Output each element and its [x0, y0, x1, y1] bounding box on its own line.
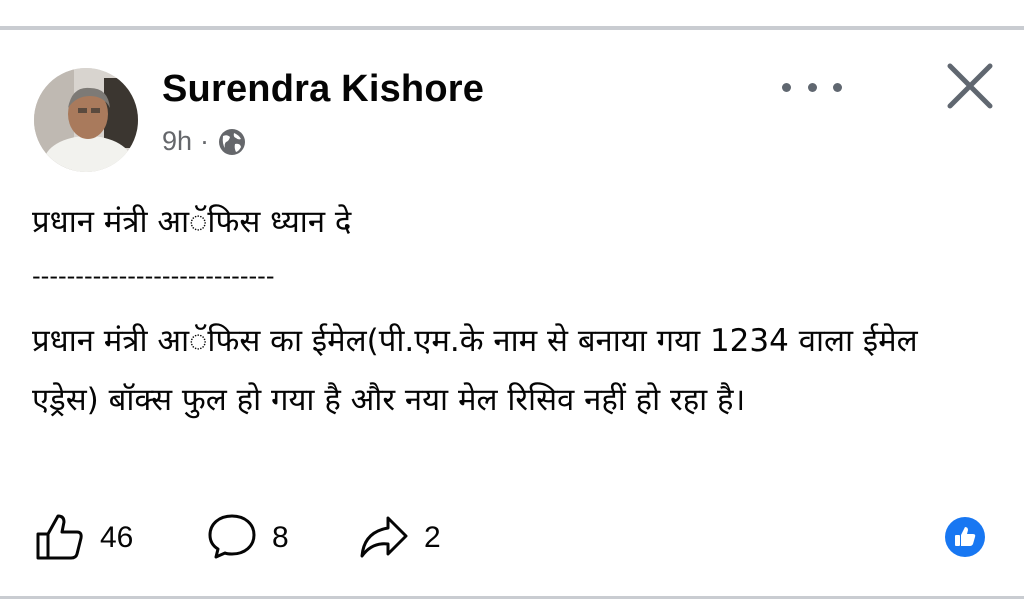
like-count: 46 [100, 521, 134, 554]
avatar-photo [34, 68, 138, 172]
comment-button[interactable]: 8 [206, 510, 289, 566]
avatar[interactable] [34, 68, 138, 172]
top-divider [0, 26, 1024, 30]
more-dot [833, 82, 842, 92]
bottom-divider [0, 596, 1024, 599]
comment-icon [206, 510, 258, 566]
post-time[interactable]: 9h [162, 126, 192, 157]
comment-count: 8 [272, 521, 289, 554]
thumbs-up-icon [34, 510, 86, 566]
post-text-body: प्रधान मंत्री आॅफिस का ईमेल(पी.एम.के नाम… [32, 323, 918, 418]
share-count: 2 [424, 521, 441, 554]
like-reaction-icon[interactable] [944, 516, 986, 558]
post-meta: 9h · [162, 126, 247, 157]
action-bar: 46 8 2 [0, 510, 1024, 566]
post-text-heading: प्रधान मंत्री आॅफिस ध्यान दे [32, 204, 352, 240]
close-icon[interactable] [944, 60, 996, 112]
meta-separator: · [200, 126, 210, 156]
more-dot [782, 82, 791, 92]
share-icon [358, 510, 410, 566]
globe-icon [217, 127, 247, 157]
post-text-separator: ---------------------------- [32, 262, 275, 290]
more-options-button[interactable] [782, 70, 842, 104]
share-button[interactable]: 2 [358, 510, 441, 566]
like-button[interactable]: 46 [34, 510, 133, 566]
author-name[interactable]: Surendra Kishore [162, 68, 484, 111]
more-dot [807, 82, 817, 92]
